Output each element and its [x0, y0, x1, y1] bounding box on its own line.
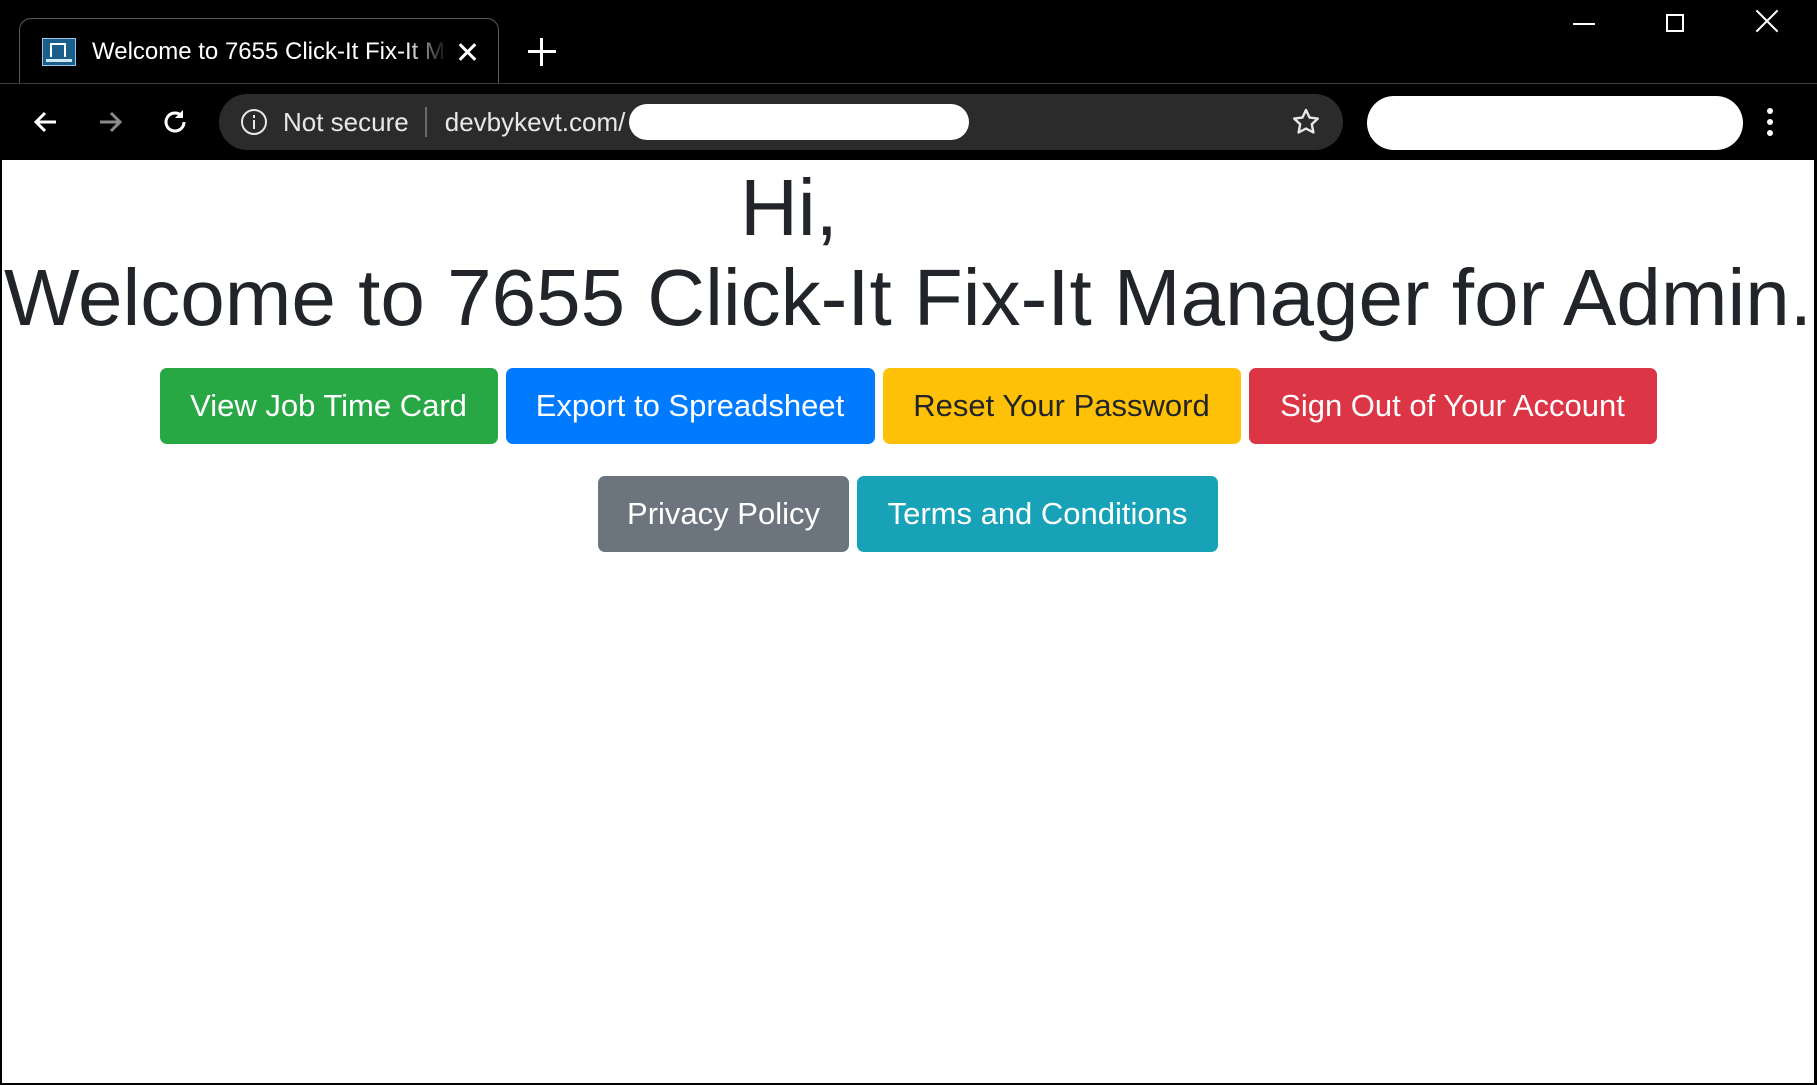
browser-toolbar: Not secure devbykevt.com/	[0, 84, 1817, 160]
info-icon[interactable]	[241, 109, 267, 135]
click-it-fix-it-favicon	[42, 37, 76, 66]
reset-password-button[interactable]: Reset Your Password	[882, 368, 1241, 444]
terms-and-conditions-button[interactable]: Terms and Conditions	[857, 476, 1218, 552]
maximize-icon[interactable]	[1641, 6, 1711, 46]
redacted-url-block	[629, 104, 970, 140]
view-job-time-card-button[interactable]: View Job Time Card	[159, 368, 498, 444]
tab-strip: Welcome to 7655 Click-It Fix-It Manager …	[0, 0, 1817, 84]
greeting: Hi,	[2, 168, 1814, 248]
tab-title: Welcome to 7655 Click-It Fix-It Manager …	[92, 37, 448, 65]
greeting-text: Hi,	[740, 163, 838, 252]
sign-out-button[interactable]: Sign Out of Your Account	[1248, 368, 1657, 444]
bookmark-star-icon[interactable]	[1291, 107, 1321, 137]
browser-window: Welcome to 7655 Click-It Fix-It Manager …	[0, 0, 1817, 1085]
forward-arrow-icon[interactable]	[92, 104, 128, 140]
action-buttons-row-1: View Job Time Card Export to Spreadsheet…	[2, 368, 1814, 444]
redacted-profile-block	[1367, 96, 1743, 150]
back-arrow-icon[interactable]	[28, 104, 64, 140]
tab-close-icon[interactable]	[456, 41, 478, 63]
export-to-spreadsheet-button[interactable]: Export to Spreadsheet	[505, 368, 875, 444]
browser-tab[interactable]: Welcome to 7655 Click-It Fix-It Manager …	[19, 18, 499, 84]
security-status[interactable]: Not secure	[283, 107, 409, 138]
more-vert-icon[interactable]	[1766, 108, 1774, 138]
privacy-policy-button[interactable]: Privacy Policy	[598, 476, 849, 552]
close-window-icon[interactable]	[1731, 6, 1801, 46]
page-viewport: Hi, Welcome to 7655 Click-It Fix-It Mana…	[2, 160, 1814, 1083]
minimize-icon[interactable]	[1551, 6, 1621, 46]
address-bar[interactable]: Not secure devbykevt.com/	[219, 94, 1343, 150]
url-text[interactable]: devbykevt.com/	[445, 107, 626, 138]
action-buttons-row-2: Privacy Policy Terms and Conditions	[2, 476, 1814, 552]
omnibox-divider	[424, 107, 427, 137]
new-tab-plus-icon[interactable]	[528, 38, 556, 66]
page-heading: Welcome to 7655 Click-It Fix-It Manager …	[3, 253, 1813, 342]
reload-icon[interactable]	[157, 104, 193, 140]
